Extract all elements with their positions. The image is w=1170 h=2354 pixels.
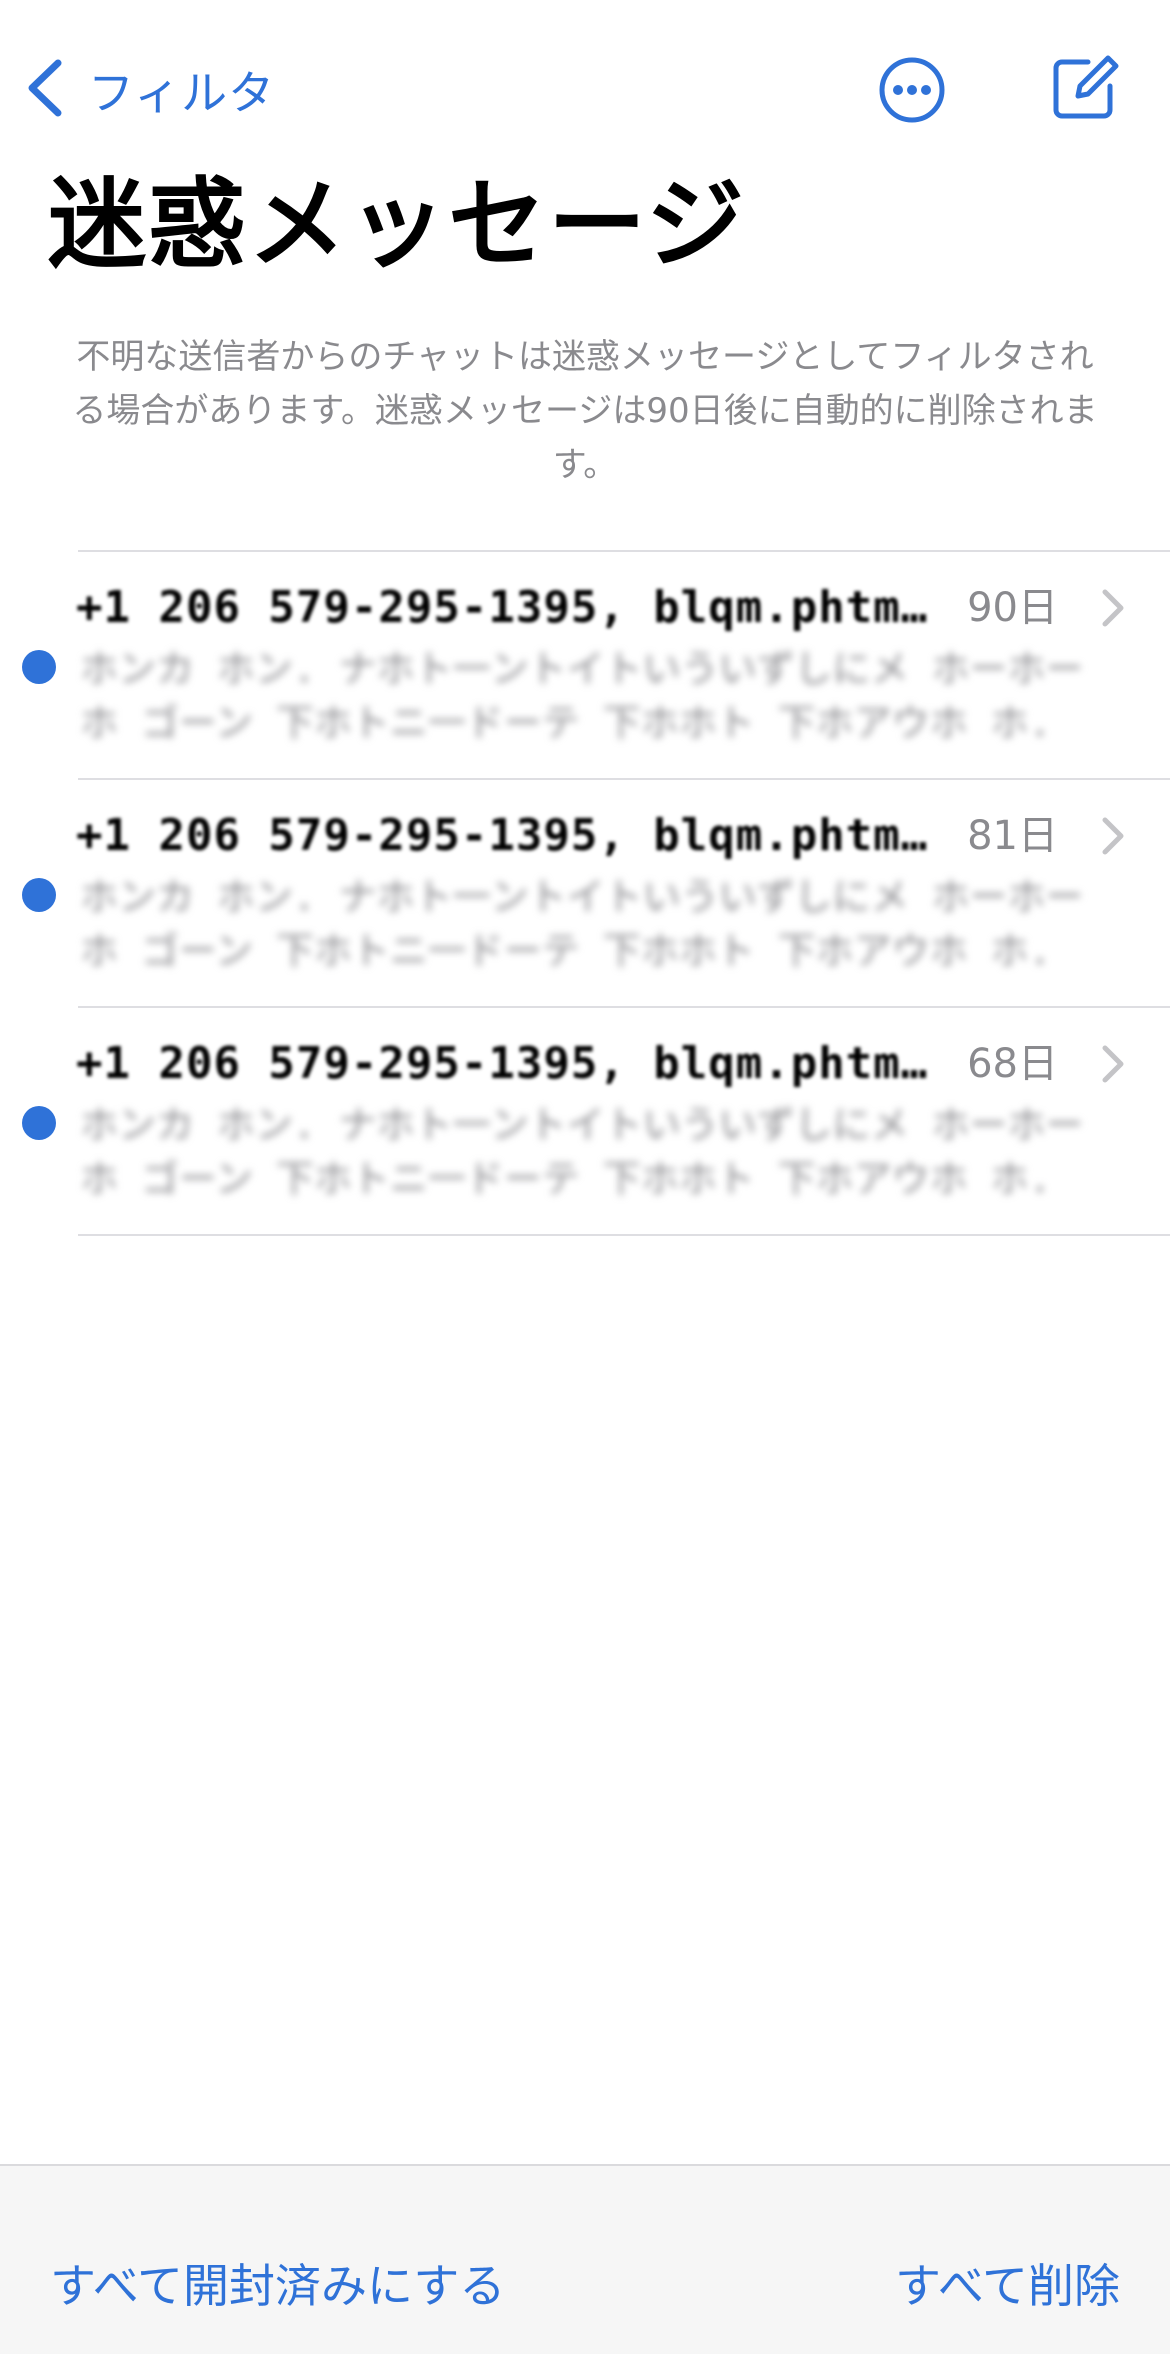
delete-all-button[interactable]: すべて削除 bbox=[895, 2250, 1120, 2316]
bottom-toolbar: すべて開封済みにする すべて削除 bbox=[0, 2164, 1170, 2354]
message-preview: ホンカ ホン. ナホト一ントイトいういずしにメ ホーホーホ ゴーン 下ホトニ一ド… bbox=[80, 875, 1084, 973]
message-date: 81日 bbox=[967, 813, 1058, 859]
navigation-bar: フィルタ bbox=[0, 0, 1170, 170]
unread-indicator bbox=[22, 650, 56, 684]
message-sender: +1 206 579-295-1395, blqm.phtmns... bbox=[76, 810, 936, 861]
chevron-right-icon bbox=[1100, 816, 1126, 856]
more-options-button[interactable] bbox=[878, 56, 946, 124]
message-preview: ホンカ ホン. ナホト一ントイトいういずしにメ ホーホーホ ゴーン 下ホトニ一ド… bbox=[80, 647, 1084, 745]
message-sender: +1 206 579-295-1395, blqm.phtmns... bbox=[76, 582, 936, 633]
chevron-left-icon bbox=[24, 57, 66, 123]
message-row[interactable]: +1 206 579-295-1395, blqm.phtmns... 68日 … bbox=[0, 1008, 1170, 1236]
message-sender: +1 206 579-295-1395, blqm.phtmns... bbox=[76, 1038, 936, 1089]
ellipsis-circle-icon bbox=[878, 57, 946, 128]
back-button-label: フィルタ bbox=[88, 66, 276, 120]
message-date: 68日 bbox=[967, 1041, 1058, 1087]
page-title: 迷惑メッセージ bbox=[48, 168, 747, 282]
compose-button[interactable] bbox=[1048, 52, 1120, 124]
unread-indicator bbox=[22, 1106, 56, 1140]
mark-all-read-button[interactable]: すべて開封済みにする bbox=[50, 2250, 505, 2316]
chevron-right-icon bbox=[1100, 588, 1126, 628]
chevron-right-icon bbox=[1100, 1044, 1126, 1084]
message-preview: ホンカ ホン. ナホト一ントイトいういずしにメ ホーホーホ ゴーン 下ホトニ一ド… bbox=[80, 1103, 1084, 1201]
unread-indicator bbox=[22, 878, 56, 912]
compose-icon bbox=[1048, 55, 1120, 128]
message-date: 90日 bbox=[967, 585, 1058, 631]
junk-description: 不明な送信者からのチャットは迷惑メッセージとしてフィルタされる場合があります。迷… bbox=[72, 337, 1098, 485]
list-divider bbox=[78, 1234, 1170, 1236]
message-row[interactable]: +1 206 579-295-1395, blqm.phtmns... 90日 … bbox=[0, 552, 1170, 780]
message-row[interactable]: +1 206 579-295-1395, blqm.phtmns... 81日 … bbox=[0, 780, 1170, 1008]
back-button[interactable]: フィルタ bbox=[24, 54, 275, 126]
